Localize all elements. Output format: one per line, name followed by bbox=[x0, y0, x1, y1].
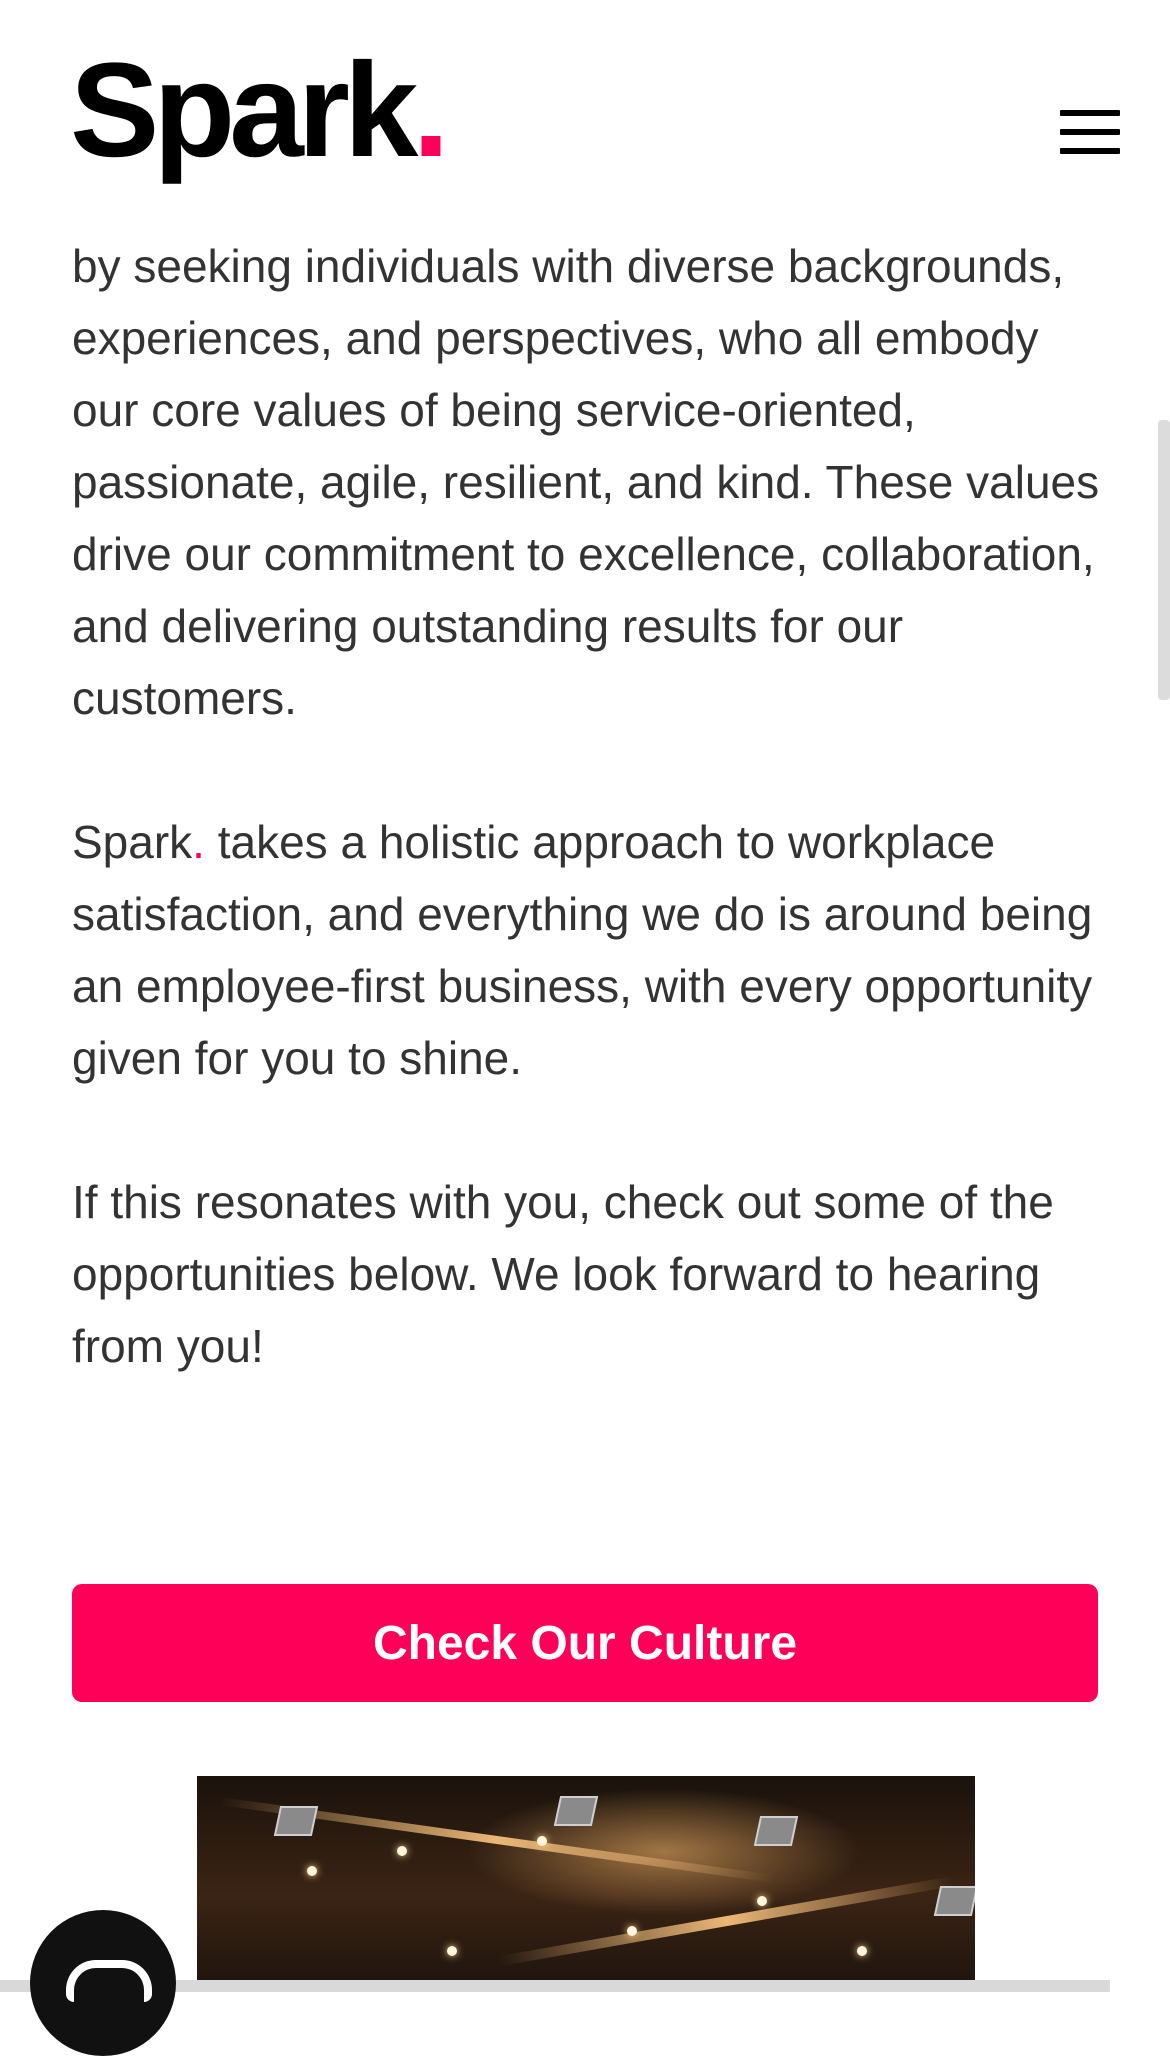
spark-logo[interactable]: Spark. bbox=[70, 44, 450, 178]
menu-line bbox=[1060, 129, 1120, 135]
ceiling-light bbox=[537, 1836, 547, 1846]
logo-text: Spark bbox=[70, 36, 418, 185]
ceiling-light bbox=[757, 1896, 767, 1906]
check-our-culture-button[interactable]: Check Our Culture bbox=[72, 1584, 1098, 1702]
opportunities-paragraph: If this resonates with you, check out so… bbox=[72, 1176, 1054, 1372]
chat-launcher-button[interactable] bbox=[30, 1910, 176, 2056]
holistic-paragraph: Spark. takes a holistic approach to work… bbox=[72, 806, 1112, 1094]
ceiling-light bbox=[447, 1946, 457, 1956]
menu-line bbox=[1060, 110, 1120, 116]
chat-icon bbox=[66, 1960, 152, 2002]
ceiling-light bbox=[627, 1926, 637, 1936]
logo-dot: . bbox=[412, 36, 449, 185]
intro-paragraph: by seeking individuals with diverse back… bbox=[72, 240, 1100, 724]
hamburger-menu-icon[interactable] bbox=[1060, 110, 1120, 154]
ceiling-vent bbox=[933, 1886, 975, 1916]
ceiling-vent bbox=[553, 1796, 599, 1826]
main-content: by seeking individuals with diverse back… bbox=[72, 230, 1112, 1454]
holistic-text: takes a holistic approach to workplace s… bbox=[72, 816, 1093, 1084]
ceiling-light bbox=[397, 1846, 407, 1856]
brand-dot: . bbox=[192, 816, 205, 868]
menu-line bbox=[1060, 148, 1120, 154]
office-ceiling-image bbox=[197, 1776, 975, 1992]
ceiling-vent bbox=[273, 1806, 319, 1836]
page-scrollbar[interactable] bbox=[1158, 420, 1170, 700]
ceiling-light bbox=[307, 1866, 317, 1876]
site-header: Spark. bbox=[0, 0, 1170, 232]
ceiling-light-strip bbox=[499, 1876, 955, 1966]
ceiling-light bbox=[857, 1946, 867, 1956]
brand-name: Spark bbox=[72, 816, 193, 868]
ceiling-vent bbox=[753, 1816, 799, 1846]
